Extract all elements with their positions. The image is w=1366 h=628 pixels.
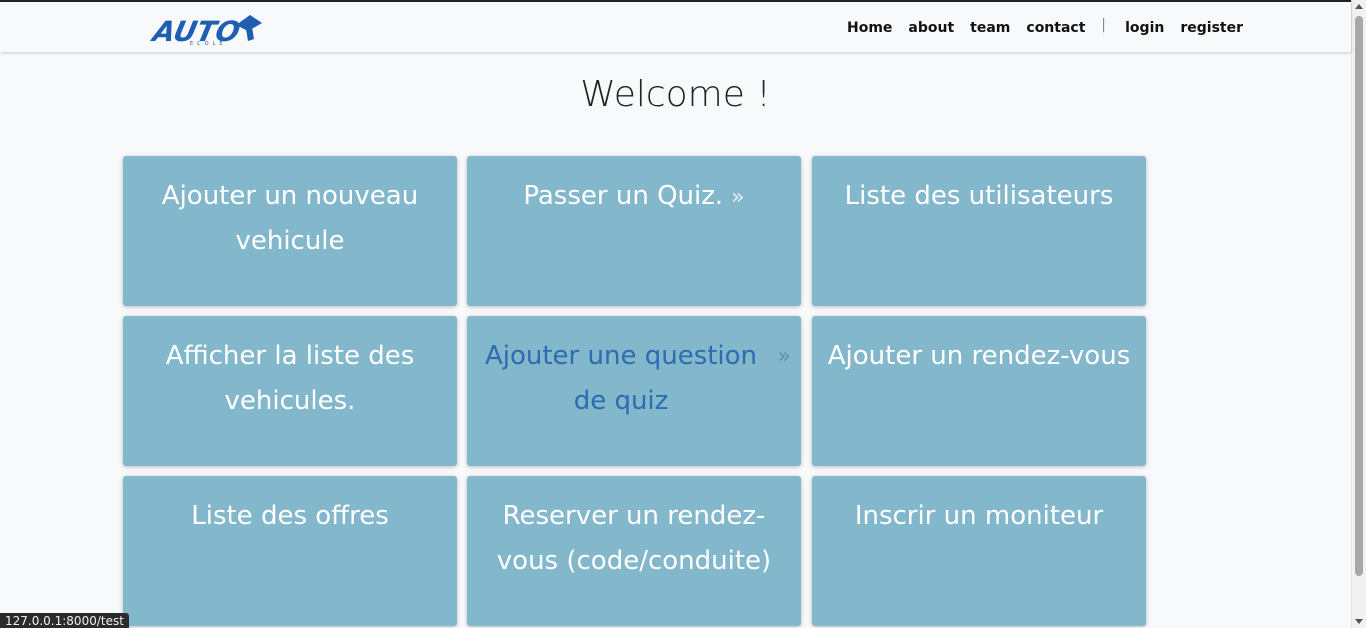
nav-about-link[interactable]: about — [908, 20, 954, 36]
scroll-down-arrow-icon[interactable] — [1355, 619, 1363, 624]
page: AUTO ECOLE Home about team contact | log… — [0, 0, 1366, 628]
nav-home-link[interactable]: Home — [847, 20, 892, 36]
card-label: Inscrir un moniteur — [854, 501, 1104, 531]
nav-team-link[interactable]: team — [970, 20, 1010, 36]
card-add-vehicle[interactable]: Ajouter un nouveau vehicule — [123, 156, 457, 306]
scroll-thumb[interactable] — [1355, 16, 1363, 576]
nav-contact-link[interactable]: contact — [1026, 20, 1085, 36]
card-label: Liste des utilisateurs — [844, 181, 1114, 211]
nav-register-link[interactable]: register — [1180, 20, 1243, 36]
card-add-appointment[interactable]: Ajouter un rendez-vous — [812, 316, 1146, 466]
card-label: Reserver un rendez-vous (code/conduite) — [496, 501, 772, 576]
chevron-right-icon: » — [777, 344, 791, 369]
nav-separator: | — [1101, 17, 1107, 33]
card-label: Ajouter un nouveau vehicule — [161, 181, 419, 256]
vertical-scrollbar[interactable] — [1351, 0, 1366, 628]
scroll-up-arrow-icon[interactable] — [1355, 4, 1363, 9]
card-take-quiz[interactable]: Passer un Quiz. » — [467, 156, 801, 306]
logo-subtext: ECOLE — [190, 41, 227, 47]
card-vehicle-list[interactable]: Afficher la liste des vehicules. — [123, 316, 457, 466]
chevron-right-icon: » — [731, 185, 745, 210]
card-offer-list[interactable]: Liste des offres — [123, 476, 457, 626]
card-label: Liste des offres — [191, 501, 389, 531]
card-label: Ajouter un rendez-vous — [827, 341, 1131, 371]
auto-ecole-logo[interactable]: AUTO ECOLE — [150, 11, 265, 47]
card-register-instructor[interactable]: Inscrir un moniteur — [812, 476, 1146, 626]
nav-links: Home about team contact | login register — [831, 17, 1243, 36]
card-label: Afficher la liste des vehicules. — [165, 341, 415, 416]
card-user-list[interactable]: Liste des utilisateurs — [812, 156, 1146, 306]
welcome-title: Welcome ! — [580, 74, 771, 115]
card-book-appointment[interactable]: Reserver un rendez-vous (code/conduite) — [467, 476, 801, 626]
status-bar-url: 127.0.0.1:8000/test — [0, 613, 129, 628]
navbar: AUTO ECOLE Home about team contact | log… — [0, 0, 1351, 52]
card-label: Passer un Quiz. — [523, 181, 724, 211]
card-label: Ajouter une question de quiz — [484, 341, 758, 416]
card-add-quiz-question[interactable]: Ajouter une question de quiz » — [467, 316, 801, 466]
nav-login-link[interactable]: login — [1125, 20, 1164, 36]
